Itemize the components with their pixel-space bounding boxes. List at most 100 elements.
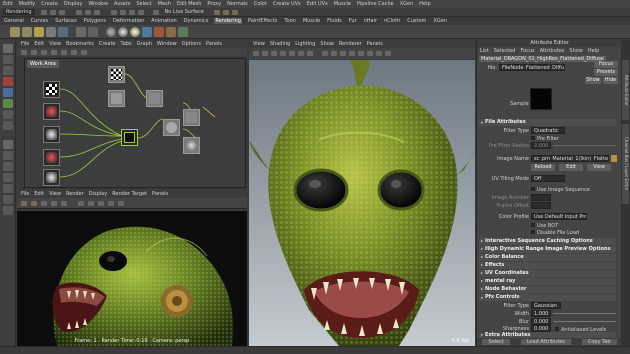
menu-edit-mesh[interactable]: Edit Mesh — [177, 1, 201, 7]
lambert-shader-icon[interactable] — [106, 26, 116, 37]
resolution-gate-icon[interactable] — [307, 51, 313, 56]
open-scene-icon[interactable] — [49, 9, 56, 15]
new-scene-icon[interactable] — [40, 9, 47, 15]
volume-light-icon[interactable] — [58, 26, 68, 37]
scale-tool-icon[interactable] — [3, 99, 13, 108]
isolate-select-icon[interactable] — [376, 51, 382, 56]
smooth-shade-icon[interactable] — [331, 51, 337, 56]
render-view-menu-panels[interactable]: Panels — [152, 191, 168, 197]
single-pane-layout-icon[interactable] — [3, 140, 13, 149]
blinn-shader-icon[interactable] — [118, 26, 128, 37]
blur-field[interactable]: 0.000 — [531, 318, 551, 325]
menu-create[interactable]: Create — [41, 1, 58, 7]
render-view-menu-edit[interactable]: Edit — [34, 191, 44, 197]
file-texture-node[interactable] — [43, 126, 60, 143]
side-by-side-layout-icon[interactable] — [3, 162, 13, 171]
load-attributes-button[interactable]: Load Attributes — [520, 339, 571, 345]
channel-box-side-tab[interactable]: Channel Box / Layer Editor — [622, 124, 629, 204]
hypershade-menu-window[interactable]: Window — [157, 41, 177, 47]
viewport-menu-view[interactable]: View — [253, 41, 265, 47]
area-light-icon[interactable] — [46, 26, 56, 37]
presets-button[interactable]: Presets — [594, 69, 618, 76]
uv-tiling-dropdown[interactable]: Off — [531, 175, 565, 182]
shelf-tab-nhair[interactable]: nHair — [363, 18, 378, 24]
attribute-editor-side-tab[interactable]: Attribute Editor — [622, 60, 629, 120]
ae-menu-attributes[interactable]: Attributes — [540, 48, 565, 54]
render-view-image[interactable]: Frame: 1 Render Time: 0:19 Camera: persp — [17, 211, 247, 346]
use-lights-icon[interactable] — [349, 51, 355, 56]
menu-xgen[interactable]: XGen — [400, 1, 414, 7]
snap-point-icon[interactable] — [128, 9, 135, 15]
viewport-menu-shading[interactable]: Shading — [270, 41, 290, 47]
shelf-tab-general[interactable]: General — [3, 18, 25, 24]
remove-image-icon[interactable] — [118, 200, 124, 206]
perspective-viewport[interactable]: 5.6 fps — [249, 60, 475, 346]
material-node[interactable] — [121, 129, 138, 146]
use-sequence-checkbox[interactable] — [531, 187, 535, 191]
utility-node[interactable] — [108, 90, 125, 107]
hypershade-menu-options[interactable]: Options — [182, 41, 201, 47]
move-tool-icon[interactable] — [3, 77, 13, 86]
ipr-icon[interactable] — [166, 26, 176, 37]
alpha-channel-icon[interactable] — [88, 200, 94, 206]
displacement-node[interactable] — [183, 137, 200, 154]
menu-select[interactable]: Select — [136, 1, 151, 7]
color-balance-section[interactable]: Color Balance — [479, 254, 616, 261]
menu-display[interactable]: Display — [64, 1, 82, 7]
menu-assets[interactable]: Assets — [114, 1, 130, 7]
shelf-tab-dynamics[interactable]: Dynamics — [183, 18, 210, 24]
menu-color[interactable]: Color — [254, 1, 267, 7]
filter-type-dropdown[interactable]: Quadratic — [531, 127, 565, 134]
render-view-menu-view[interactable]: View — [49, 191, 61, 197]
rotate-tool-icon[interactable] — [3, 88, 13, 97]
graph-input-output-icon[interactable] — [21, 49, 27, 55]
render-view-menu-render[interactable]: Render — [66, 191, 84, 197]
hypershade-menu-tabs[interactable]: Tabs — [121, 41, 132, 47]
shelf-tab-rendering[interactable]: Rendering — [214, 18, 242, 24]
hypershade-menu-bookmarks[interactable]: Bookmarks — [66, 41, 94, 47]
wireframe-icon[interactable] — [322, 51, 328, 56]
shelf-tab-animation[interactable]: Animation — [150, 18, 178, 24]
bump-node[interactable] — [146, 90, 163, 107]
reload-button[interactable]: Reload — [531, 164, 555, 171]
ae-menu-focus[interactable]: Focus — [520, 48, 534, 54]
pre-filter-checkbox[interactable] — [531, 136, 535, 140]
material-node-tab[interactable]: Material_DRAGON_01_HighRes_Flattened_Dif… — [479, 55, 606, 62]
paint-select-icon[interactable] — [3, 66, 13, 75]
camera-icon[interactable] — [76, 26, 86, 37]
reverse-node[interactable] — [163, 119, 180, 136]
shelf-tab-toon[interactable]: Toon — [283, 18, 297, 24]
hypershade-menu-edit[interactable]: Edit — [34, 41, 44, 47]
shelf-tab-polygons[interactable]: Polygons — [83, 18, 107, 24]
pfx-filter-type-dropdown[interactable]: Gaussian — [531, 302, 561, 309]
focus-button[interactable]: Focus — [594, 61, 618, 68]
copy-tab-button[interactable]: Copy Tab — [581, 339, 617, 345]
select-hierarchy-icon[interactable] — [75, 9, 82, 15]
manipulator-icon[interactable] — [3, 110, 13, 119]
view-button[interactable]: View — [587, 164, 611, 171]
menu-mesh[interactable]: Mesh — [158, 1, 171, 7]
save-scene-icon[interactable] — [58, 9, 65, 15]
point-light-icon[interactable] — [22, 26, 32, 37]
hypershade-layout-icon[interactable] — [3, 195, 13, 204]
shelf-tab-muscle[interactable]: Muscle — [302, 18, 321, 24]
mental-ray-section[interactable]: mental ray — [479, 278, 616, 285]
ipr-render-icon[interactable] — [31, 200, 37, 206]
hypershade-menu-panels[interactable]: Panels — [206, 41, 222, 47]
hypershade-menu-view[interactable]: View — [49, 41, 61, 47]
lasso-tool-icon[interactable] — [3, 55, 13, 64]
show-button[interactable]: Show — [585, 77, 601, 84]
uv-coordinates-section[interactable]: UV Coordinates — [479, 270, 616, 277]
frame-offset-field[interactable] — [531, 202, 551, 209]
ambient-occlusion-icon[interactable] — [367, 51, 373, 56]
render-view-icon[interactable] — [154, 26, 164, 37]
hypershade-menu-create[interactable]: Create — [99, 41, 116, 47]
batch-render-icon[interactable] — [178, 26, 188, 37]
width-slider[interactable] — [553, 313, 616, 314]
file-texture-node[interactable] — [43, 103, 60, 120]
sharpness-field[interactable]: 0.000 — [531, 325, 551, 332]
graph-input-icon[interactable] — [31, 49, 37, 55]
image-number-field[interactable] — [531, 194, 551, 201]
viewport-menu-renderer[interactable]: Renderer — [339, 41, 362, 47]
use-bot-checkbox[interactable] — [531, 223, 535, 227]
